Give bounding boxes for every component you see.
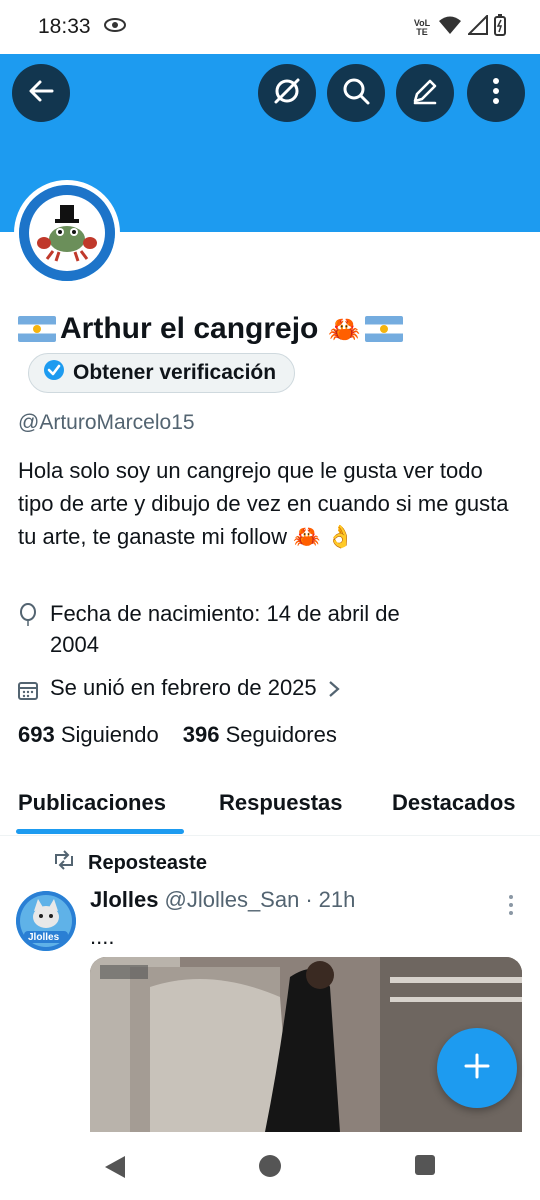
- post-author-avatar[interactable]: Jlolles: [16, 891, 76, 951]
- status-bar: 18:33 VoLTE: [0, 0, 540, 54]
- tab-destacados[interactable]: Destacados: [392, 790, 516, 816]
- wifi-icon: [438, 15, 462, 40]
- battery-icon: [494, 14, 506, 41]
- profile-display-name: Arthur el cangrejo: [60, 312, 319, 345]
- crab-avatar-image: [19, 185, 115, 281]
- repost-label: Reposteaste: [88, 851, 207, 874]
- profile-avatar[interactable]: [14, 180, 120, 286]
- balloon-icon: [18, 598, 40, 660]
- more-vertical-icon: [491, 76, 501, 111]
- no-grok-icon: [271, 75, 303, 112]
- status-time: 18:33: [38, 15, 91, 38]
- following-label: Siguiendo: [60, 722, 159, 747]
- more-vertical-icon: [508, 895, 514, 920]
- birthdate-row: Fecha de nacimiento: 14 de abril de 2004: [18, 598, 400, 660]
- chevron-right-icon: [327, 672, 341, 708]
- eye-icon: [104, 17, 126, 38]
- edit-profile-button[interactable]: [396, 64, 454, 122]
- calendar-icon: [18, 672, 40, 708]
- profile-bio: Hola solo soy un cangrejo que le gusta v…: [18, 458, 509, 549]
- edit-icon: [410, 76, 440, 111]
- tab-respuestas[interactable]: Respuestas: [219, 790, 343, 816]
- search-button[interactable]: [327, 64, 385, 122]
- post-avatar-text: Jlolles: [28, 932, 60, 943]
- nav-home-button[interactable]: [258, 1154, 282, 1183]
- cell-signal-icon: [466, 13, 488, 40]
- crab-emoji: 🦀: [328, 313, 361, 344]
- post-author-name[interactable]: Jlolles: [90, 887, 158, 913]
- followers-label: Seguidores: [225, 722, 337, 747]
- active-tab-indicator: [16, 829, 184, 834]
- argentina-flag-icon: [364, 316, 403, 342]
- argentina-flag-icon: [18, 316, 56, 342]
- repost-icon: [52, 850, 76, 876]
- birthdate-year: 2004: [50, 632, 99, 657]
- search-icon: [341, 76, 371, 111]
- more-options-button[interactable]: [467, 64, 525, 122]
- tab-publicaciones[interactable]: Publicaciones: [18, 790, 166, 816]
- post-text: ....: [90, 924, 115, 949]
- get-verified-label: Obtener verificación: [73, 361, 277, 384]
- joined-row[interactable]: Se unió en febrero de 2025: [18, 672, 341, 708]
- back-button[interactable]: [12, 64, 70, 122]
- birthdate-text: Fecha de nacimiento: 14 de abril de: [50, 601, 400, 626]
- post-header: Jlolles @Jlolles_San · 21h: [90, 887, 355, 913]
- volte-indicator: VoLTE: [413, 17, 431, 37]
- system-navigation-bar: [0, 1132, 540, 1200]
- nav-recents-button[interactable]: [414, 1154, 436, 1181]
- joined-text: Se unió en febrero de 2025: [50, 675, 317, 700]
- repost-indicator: Reposteaste: [52, 850, 207, 876]
- followers-count: 396: [182, 722, 220, 747]
- following-link[interactable]: 693 Siguiendo: [18, 722, 159, 748]
- post-author-handle[interactable]: @Jlolles_San: [164, 887, 299, 913]
- following-count: 693: [18, 722, 55, 747]
- compose-post-button[interactable]: [437, 1028, 517, 1108]
- post-separator: ·: [305, 887, 313, 912]
- arrow-left-icon: [26, 76, 56, 111]
- profile-name-row: Arthur el cangrejo 🦀: [18, 312, 403, 346]
- profile-handle: @ArturoMarcelo15: [18, 411, 195, 434]
- follow-stats: 693 Siguiendo 396 Seguidores: [18, 722, 337, 748]
- plus-icon: [463, 1052, 491, 1085]
- verified-badge-icon: [43, 359, 65, 387]
- get-verified-button[interactable]: Obtener verificación: [28, 353, 296, 393]
- grok-button[interactable]: [258, 64, 316, 122]
- post-more-button[interactable]: [508, 894, 514, 921]
- followers-link[interactable]: 396 Seguidores: [183, 722, 337, 748]
- post-time: 21h: [318, 887, 356, 912]
- nav-back-button[interactable]: [103, 1154, 127, 1185]
